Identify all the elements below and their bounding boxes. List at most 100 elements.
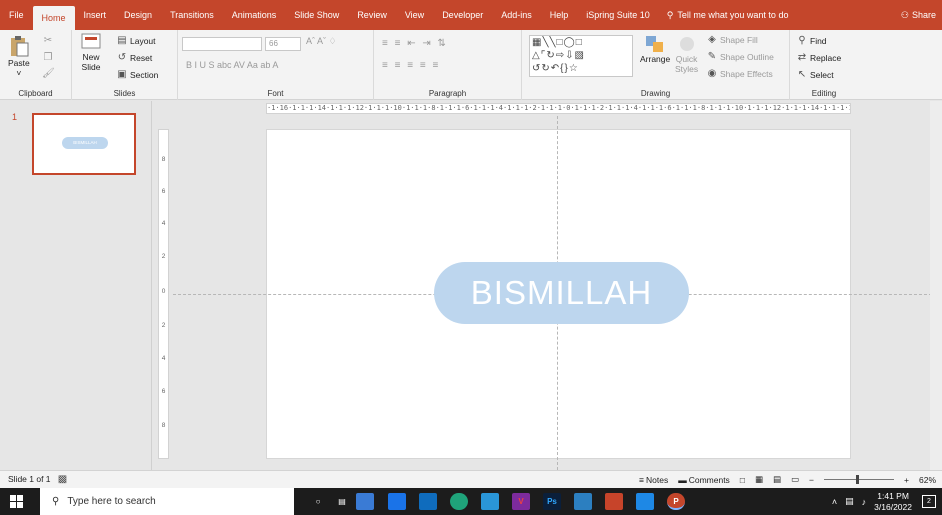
shape-fill-button[interactable]: ◈ Shape Fill <box>706 34 758 46</box>
zoom-in-button[interactable]: + <box>904 475 909 485</box>
horizontal-ruler: ·1·16·1·1·1·14·1·1·1·12·1·1·1·10·1·1·1·8… <box>266 103 851 114</box>
tell-me-box[interactable]: ⚲ Tell me what you want to do <box>659 10 797 21</box>
zoom-level[interactable]: 62% <box>919 475 936 485</box>
tab-home[interactable]: Home <box>32 6 75 30</box>
slide-thumbnail[interactable]: BISMILLAH <box>32 113 136 175</box>
slides-group: New Slide ▤ Layout ↺ Reset ▣ Section Slides <box>72 30 178 100</box>
grow-shrink-font[interactable]: Aˆ Aˇ ♢ <box>306 36 337 47</box>
viber-icon[interactable]: V <box>512 493 530 510</box>
section-button[interactable]: ▣ Section <box>116 69 158 81</box>
editing-label: Editing <box>811 89 837 98</box>
app-icon[interactable] <box>605 493 623 510</box>
accessibility-icon[interactable]: ▩ <box>57 474 69 486</box>
vruler-mark: 2 <box>161 322 166 329</box>
taskbar-search[interactable]: ⚲ Type here to search <box>40 488 294 515</box>
format-painter-icon[interactable]: 🖌 <box>42 68 55 80</box>
vruler-mark: 4 <box>161 355 166 362</box>
tab-help[interactable]: Help <box>541 0 578 30</box>
font-name-combo[interactable] <box>182 37 262 51</box>
tab-slide-show[interactable]: Slide Show <box>285 0 348 30</box>
reading-view-icon[interactable]: ▤ <box>773 474 781 485</box>
vertical-scrollbar[interactable] <box>930 101 942 470</box>
reset-button[interactable]: ↺ Reset <box>116 52 152 64</box>
align-icon[interactable]: ≡ ≡ ≡ ≡ ≡ <box>382 60 440 71</box>
photos-icon[interactable] <box>574 493 592 510</box>
zoom-out-button[interactable]: − <box>809 475 814 485</box>
bullets-icon[interactable]: ≡ ≡ ⇤ ⇥ ⇅ <box>382 38 448 49</box>
tab-ispring[interactable]: iSpring Suite 10 <box>577 0 659 30</box>
vertical-ruler: 8 6 4 2 0 2 4 6 8 <box>158 129 169 459</box>
tab-view[interactable]: View <box>396 0 433 30</box>
notification-icon[interactable]: 2 <box>922 495 936 508</box>
telegram-icon[interactable] <box>481 493 499 510</box>
notes-button[interactable]: ≡ Notes <box>639 475 668 485</box>
windows-start-icon[interactable] <box>10 495 23 508</box>
quick-styles-icon <box>679 37 694 51</box>
comments-button[interactable]: ▬ Comments <box>678 475 730 485</box>
cut-icon[interactable]: ✂ <box>42 35 54 47</box>
copy-icon[interactable]: ❐ <box>42 52 54 64</box>
paint-bucket-icon: ◈ <box>708 34 716 45</box>
clock[interactable]: 1:41 PM 3/16/2022 <box>874 491 912 513</box>
reset-icon: ↺ <box>117 52 127 63</box>
new-slide-icon <box>81 33 101 49</box>
tab-add-ins[interactable]: Add-ins <box>492 0 541 30</box>
find-button[interactable]: ⚲ Find <box>796 35 826 47</box>
replace-icon: ⇄ <box>797 52 807 63</box>
store-icon[interactable] <box>388 493 406 510</box>
arrange-button[interactable]: Arrange <box>640 34 670 64</box>
tab-developer[interactable]: Developer <box>433 0 492 30</box>
mail-icon[interactable] <box>419 493 437 510</box>
replace-button[interactable]: ⇄ Replace <box>796 52 841 64</box>
zoom-slider-knob[interactable] <box>856 475 860 484</box>
paste-button[interactable]: Paste ˅ <box>8 34 30 78</box>
edge-icon[interactable] <box>450 493 468 510</box>
select-button[interactable]: ↖ Select <box>796 69 834 81</box>
file-explorer-icon[interactable] <box>356 493 374 510</box>
clipboard-label: Clipboard <box>18 89 53 98</box>
chevron-up-icon[interactable]: ˄ <box>832 497 837 507</box>
share-button[interactable]: ⚇ Share <box>901 0 936 30</box>
bismillah-shape[interactable]: BISMILLAH <box>434 262 689 324</box>
tab-animations[interactable]: Animations <box>223 0 286 30</box>
quick-styles-button[interactable]: Quick Styles <box>675 34 698 74</box>
tab-insert[interactable]: Insert <box>75 0 116 30</box>
search-placeholder: Type here to search <box>67 496 156 507</box>
font-size-combo[interactable]: 66 <box>265 37 301 51</box>
new-slide-button[interactable]: New Slide <box>80 32 102 72</box>
slideshow-view-icon[interactable]: ▭ <box>791 474 799 485</box>
powerpoint-icon[interactable]: P <box>667 493 685 510</box>
network-icon[interactable]: ▤ <box>845 496 854 507</box>
layout-button[interactable]: ▤ Layout <box>116 35 155 47</box>
vruler-mark: 6 <box>161 188 166 195</box>
task-view-icon[interactable]: ▤ <box>333 493 351 510</box>
tab-file[interactable]: File <box>0 0 33 30</box>
font-group: 66 Aˆ Aˇ ♢ B I U S abc AV Aa ab A Font <box>178 30 374 100</box>
cortana-icon[interactable]: ○ <box>309 493 327 510</box>
tab-review[interactable]: Review <box>348 0 396 30</box>
shape-outline-button[interactable]: ✎ Shape Outline <box>706 51 774 63</box>
paragraph-label: Paragraph <box>428 89 467 98</box>
slide-sorter-icon[interactable]: ▦ <box>755 474 763 485</box>
person-icon: ⚇ <box>900 9 909 20</box>
tab-design[interactable]: Design <box>115 0 161 30</box>
slide-thumbnail-pane: 1 BISMILLAH <box>0 101 152 470</box>
slide-editor: ·1·16·1·1·1·14·1·1·1·12·1·1·1·10·1·1·1·8… <box>153 101 942 470</box>
movies-icon[interactable] <box>636 493 654 510</box>
tell-me-text: Tell me what you want to do <box>677 10 789 20</box>
volume-icon[interactable]: ♪ <box>862 497 867 507</box>
font-format-row[interactable]: B I U S abc AV Aa ab A <box>186 60 278 70</box>
section-icon: ▣ <box>117 69 127 80</box>
shapes-gallery[interactable]: ▦╲╲□◯□ △⌜↻⇨⇩▧ ↺↻↶{}☆ <box>529 35 633 77</box>
pen-icon: ✎ <box>707 51 717 62</box>
tab-transitions[interactable]: Transitions <box>161 0 223 30</box>
paste-icon <box>10 36 29 57</box>
thumbnail-number: 1 <box>12 112 18 122</box>
clock-time: 1:41 PM <box>877 490 909 501</box>
lightbulb-icon: ⚲ <box>666 9 674 20</box>
shape-effects-button[interactable]: ◉ Shape Effects <box>706 68 773 80</box>
zoom-slider[interactable] <box>824 475 895 484</box>
photoshop-icon[interactable]: Ps <box>543 493 561 510</box>
ribbon-tab-bar: File Home Insert Design Transitions Anim… <box>0 0 942 30</box>
normal-view-icon[interactable]: □ <box>740 475 745 485</box>
